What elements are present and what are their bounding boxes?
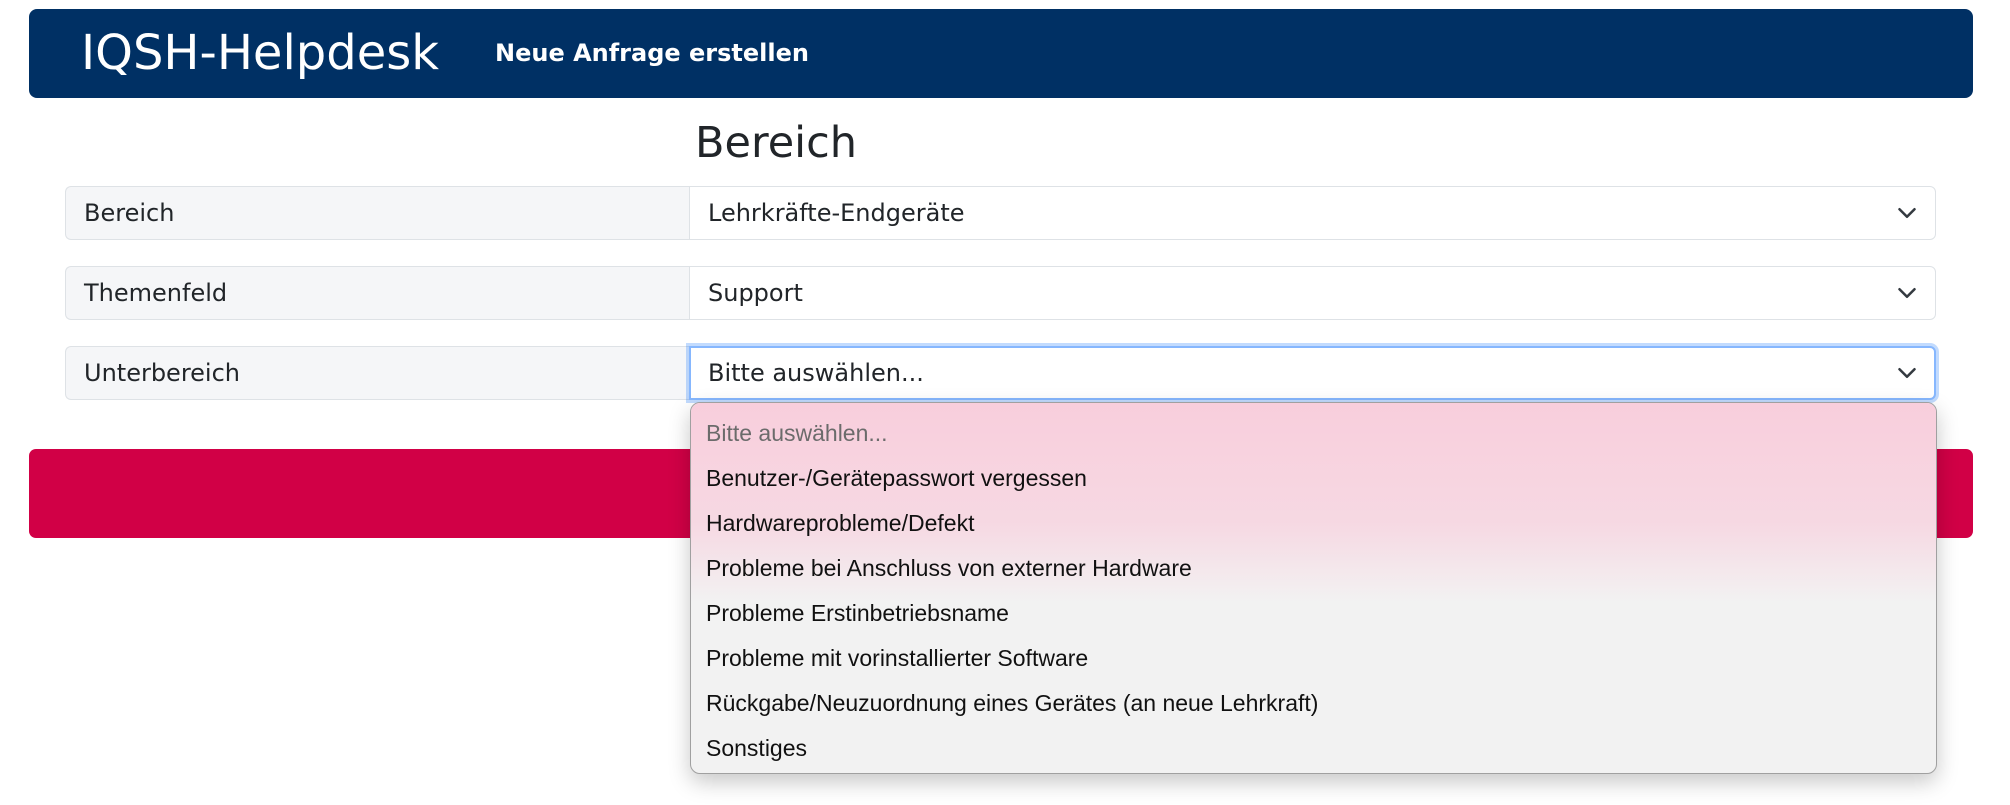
dropdown-option-other[interactable]: Sonstiges xyxy=(691,726,1936,771)
chevron-down-icon xyxy=(1898,208,1916,218)
dropdown-option-device-return[interactable]: Rückgabe/Neuzuordnung eines Gerätes (an … xyxy=(691,681,1936,726)
bereich-select[interactable]: Lehrkräfte-Endgeräte xyxy=(689,186,1936,240)
dropdown-option-password[interactable]: Benutzer-/Gerätepasswort vergessen xyxy=(691,456,1936,501)
section-title: Bereich xyxy=(695,118,857,168)
form-row-themenfeld: Themenfeld Support xyxy=(65,266,1936,320)
field-label-cell: Unterbereich xyxy=(65,346,689,400)
brand-title[interactable]: IQSH-Helpdesk xyxy=(81,9,439,98)
chevron-down-icon xyxy=(1898,368,1916,378)
unterbereich-select[interactable]: Bitte auswählen... xyxy=(689,346,1936,400)
form-row-bereich: Bereich Lehrkräfte-Endgeräte xyxy=(65,186,1936,240)
dropdown-option-hardware-defect[interactable]: Hardwareprobleme/Defekt xyxy=(691,501,1936,546)
bereich-select-value: Lehrkräfte-Endgeräte xyxy=(708,199,965,227)
chevron-down-icon xyxy=(1898,288,1916,298)
unterbereich-dropdown-list[interactable]: Bitte auswählen... Benutzer-/Gerätepassw… xyxy=(690,402,1937,774)
dropdown-options: Bitte auswählen... Benutzer-/Gerätepassw… xyxy=(691,411,1936,771)
field-label-cell: Themenfeld xyxy=(65,266,689,320)
nav-link-new-request[interactable]: Neue Anfrage erstellen xyxy=(495,9,809,98)
form-row-unterbereich: Unterbereich Bitte auswählen... xyxy=(65,346,1936,400)
themenfeld-select[interactable]: Support xyxy=(689,266,1936,320)
dropdown-option-initial-setup[interactable]: Probleme Erstinbetriebsname xyxy=(691,591,1936,636)
field-label-themenfeld: Themenfeld xyxy=(84,279,228,307)
field-label-bereich: Bereich xyxy=(84,199,175,227)
dropdown-option-external-hardware[interactable]: Probleme bei Anschluss von externer Hard… xyxy=(691,546,1936,591)
dropdown-option-preinstalled-software[interactable]: Probleme mit vorinstallierter Software xyxy=(691,636,1936,681)
unterbereich-select-value: Bitte auswählen... xyxy=(708,359,924,387)
dropdown-option-placeholder[interactable]: Bitte auswählen... xyxy=(691,411,1936,456)
field-label-unterbereich: Unterbereich xyxy=(84,359,240,387)
field-label-cell: Bereich xyxy=(65,186,689,240)
themenfeld-select-value: Support xyxy=(708,279,803,307)
top-navbar: IQSH-Helpdesk Neue Anfrage erstellen xyxy=(29,9,1973,98)
